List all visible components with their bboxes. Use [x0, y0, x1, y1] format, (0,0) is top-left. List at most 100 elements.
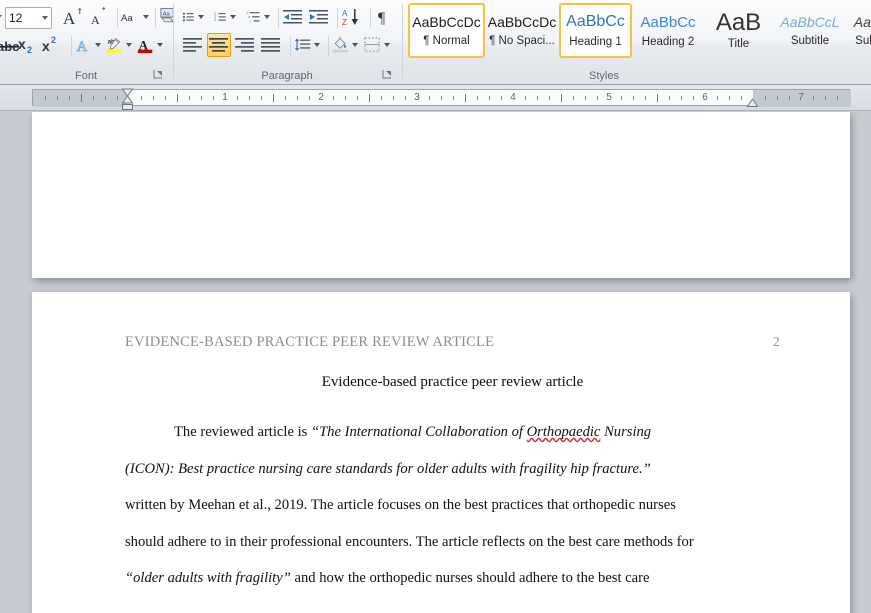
divider [71, 36, 72, 56]
style-item-subtitle[interactable]: AaBbCcL Subtitle [773, 3, 847, 58]
show-formatting-button[interactable]: ¶ [373, 5, 395, 29]
body-line-2-text: (ICON): Best practice nursing care stand… [125, 460, 651, 477]
chevron-down-icon[interactable] [198, 15, 204, 19]
multilevel-list-button[interactable]: 1 a i [245, 5, 271, 29]
increase-indent-button[interactable] [307, 5, 331, 29]
document-title[interactable]: Evidence-based practice peer review arti… [125, 374, 780, 391]
numbering-button[interactable]: 1 2 3 [213, 5, 237, 29]
chevron-down-icon[interactable] [352, 43, 358, 47]
right-indent-marker[interactable] [746, 96, 759, 108]
superscript-button[interactable]: x 2 [40, 33, 64, 57]
font-dialog-launcher[interactable] [153, 69, 164, 80]
text-effects-button[interactable]: A [74, 33, 102, 57]
document-title-text: Evidence-based practice peer review arti… [321, 374, 584, 390]
header-title-text: EVIDENCE-BASED PRACTICE PEER REVIEW ARTI… [125, 334, 495, 350]
borders-button[interactable] [363, 33, 391, 57]
decrease-indent-button[interactable] [281, 5, 305, 29]
svg-text:A: A [77, 39, 88, 55]
chevron-down-icon[interactable] [95, 43, 101, 47]
svg-text:A: A [63, 9, 76, 27]
shading-button[interactable] [331, 33, 359, 57]
body-paragraph[interactable]: The reviewed article is “The Internation… [125, 414, 785, 597]
style-label-subtitle: Subtitle [790, 35, 830, 47]
page-2[interactable]: EVIDENCE-BASED PRACTICE PEER REVIEW ARTI… [32, 292, 850, 613]
svg-text:x: x [42, 38, 50, 54]
bullets-button[interactable] [181, 5, 205, 29]
svg-text:A: A [342, 9, 348, 18]
font-name-dropdown-arrow[interactable] [0, 15, 2, 19]
shrink-font-button[interactable]: A [87, 5, 111, 29]
style-item-title[interactable]: AaB Title [704, 3, 773, 58]
style-preview-subtle-emphasis: AaB [853, 14, 871, 30]
dialog-launcher-icon [382, 70, 391, 79]
group-label-paragraph: Paragraph [261, 70, 313, 82]
subscript-button[interactable]: x 2 [16, 33, 40, 57]
ruler-track[interactable]: 1 2 3 4 5 6 7 [32, 89, 851, 107]
style-label-no-spacing: ¶ No Spaci... [489, 35, 555, 47]
align-center-button[interactable] [207, 33, 231, 57]
misspelled-word[interactable]: Orthopaedic [527, 424, 601, 440]
body-line-1-quote-end: Nursing [600, 424, 652, 440]
style-item-no-spacing[interactable]: AaBbCcDc ¶ No Spaci... [485, 3, 559, 58]
decrease-indent-icon [283, 10, 302, 24]
chevron-down-icon[interactable] [126, 43, 132, 47]
chevron-down-icon[interactable] [264, 15, 270, 19]
align-right-button[interactable] [233, 33, 257, 57]
style-label-heading-2: Heading 2 [641, 35, 695, 48]
change-case-button[interactable]: Aa [120, 5, 150, 29]
paragraph-dialog-launcher[interactable] [382, 69, 393, 80]
group-divider [402, 4, 403, 78]
ribbon-group-styles: AaBbCcDc ¶ Normal AaBbCcDc ¶ No Spaci...… [404, 0, 871, 84]
style-item-normal[interactable]: AaBbCcDc ¶ Normal [408, 3, 485, 58]
body-line-4: should adhere to in their professional e… [125, 533, 694, 550]
font-size-value: 12 [9, 11, 23, 25]
document-canvas[interactable]: EVIDENCE-BASED PRACTICE PEER REVIEW ARTI… [0, 112, 871, 613]
chevron-down-icon[interactable] [230, 15, 236, 19]
right-indent-icon [746, 98, 759, 107]
chevron-down-icon[interactable] [42, 16, 48, 20]
left-indent-marker[interactable] [121, 87, 134, 111]
page-1[interactable] [32, 112, 850, 278]
body-line-5-plain: and how the orthopedic nurses should adh… [290, 570, 650, 587]
grow-font-button[interactable]: A [60, 5, 86, 29]
style-item-heading-1[interactable]: AaBbCc Heading 1 [559, 3, 632, 58]
sort-button[interactable]: A Z [339, 5, 365, 29]
svg-text:2: 2 [51, 35, 56, 45]
horizontal-ruler[interactable]: 1 2 3 4 5 6 7 [0, 85, 871, 111]
group-divider [173, 4, 174, 78]
style-item-heading-2[interactable]: AaBbCc Heading 2 [632, 3, 704, 58]
chevron-down-icon[interactable] [143, 15, 149, 19]
svg-text:A: A [91, 13, 100, 27]
justify-icon [261, 38, 280, 52]
chevron-down-icon[interactable] [314, 43, 320, 47]
line-spacing-button[interactable] [293, 33, 321, 57]
justify-button[interactable] [259, 33, 283, 57]
font-color-button[interactable]: A [136, 33, 164, 57]
subscript-icon: x 2 [18, 36, 32, 55]
style-preview-subtitle: AaBbCcL [780, 14, 840, 30]
svg-text:Z: Z [342, 18, 347, 26]
style-item-subtle-emphasis[interactable]: AaB Subt [847, 3, 871, 58]
divider [155, 8, 156, 28]
style-preview-normal: AaBbCcDc [412, 14, 481, 30]
group-label-styles: Styles [589, 70, 619, 82]
change-case-icon: Aa [121, 13, 133, 24]
page-header[interactable]: EVIDENCE-BASED PRACTICE PEER REVIEW ARTI… [125, 334, 780, 351]
align-center-icon [209, 38, 228, 52]
bullets-icon [182, 12, 194, 22]
divider [370, 8, 371, 28]
font-size-input[interactable]: 12 [5, 7, 52, 29]
text-highlight-button[interactable]: ab [105, 33, 133, 57]
align-left-button[interactable] [181, 33, 205, 57]
style-preview-no-spacing: AaBbCcDc [487, 14, 557, 30]
chevron-down-icon[interactable] [384, 43, 390, 47]
ruler-left-margin-zone [33, 90, 127, 107]
multilevel-list-icon: 1 a i [246, 11, 260, 23]
svg-text:Aa: Aa [121, 13, 133, 24]
ruler-number-1: 1 [222, 92, 228, 103]
dialog-launcher-icon [153, 70, 162, 79]
divider [328, 36, 329, 56]
svg-text:3: 3 [214, 18, 216, 22]
chevron-down-icon[interactable] [157, 43, 163, 47]
ruler-number-2: 2 [318, 92, 324, 103]
